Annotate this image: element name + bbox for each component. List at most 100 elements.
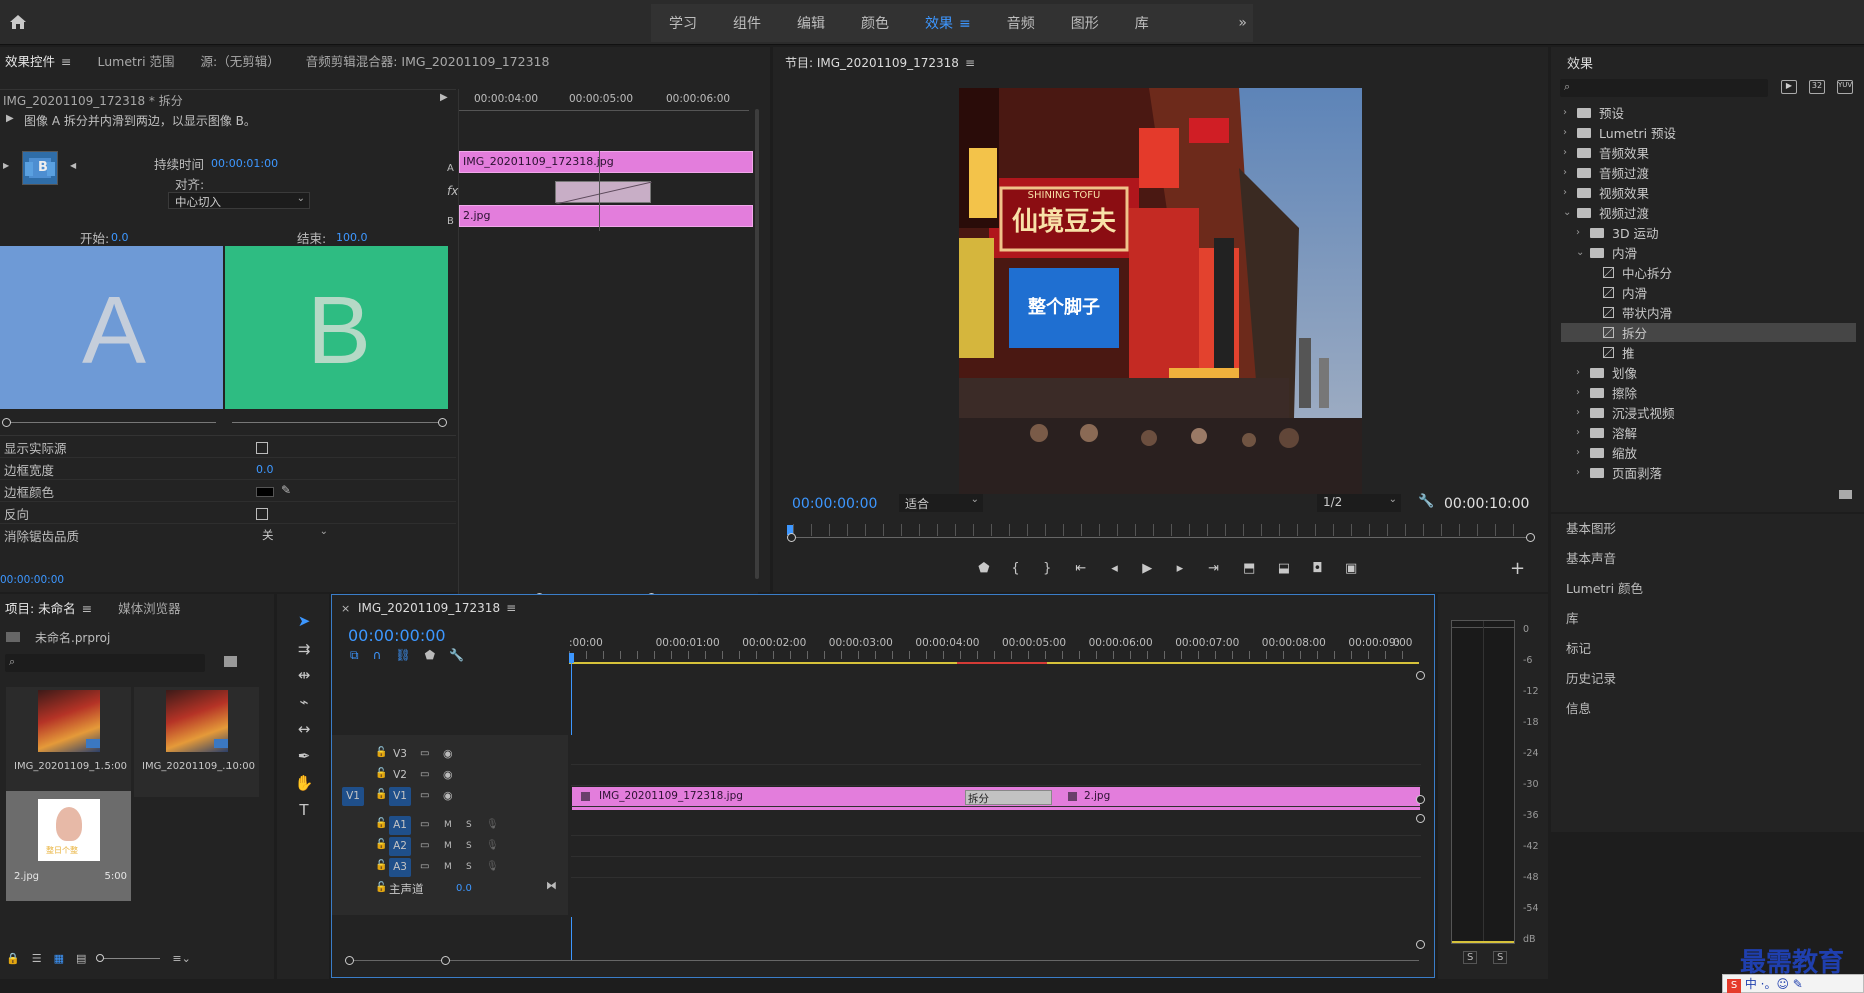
microphone-icon[interactable]: 🎙 [486,840,499,851]
go-to-end-icon[interactable]: ⧓ [546,879,557,892]
effects-folder[interactable]: › 3D 运动 [1576,223,1659,242]
border-color-swatch[interactable] [256,487,274,497]
clip-b[interactable]: 2.jpg [459,205,753,227]
snap-icon[interactable]: ∩ [373,648,382,663]
selection-tool-icon[interactable]: ➤ [293,612,315,634]
chevron-right-icon[interactable]: › [1576,447,1590,458]
step-forward-icon[interactable]: ▸ [1164,561,1196,579]
tab-lumetri-scopes[interactable]: Lumetri 范围 [98,51,175,70]
eye-icon[interactable]: ◉ [443,747,453,760]
source-patch-v1[interactable]: V1 [342,787,364,806]
border-width-value[interactable]: 0.0 [256,463,274,476]
effect-item[interactable]: 推 [1589,343,1635,362]
panel-lumetri-color[interactable]: Lumetri 颜色 [1566,578,1643,597]
ec-vscroll[interactable] [755,109,759,579]
lift-icon[interactable]: ⬒ [1231,561,1267,579]
effects-folder[interactable]: › 视频效果 [1563,183,1649,202]
chevron-right-icon[interactable]: › [1563,167,1577,178]
effect-item[interactable]: 内滑 [1589,283,1647,302]
slip-tool-icon[interactable]: ↔ [293,720,315,742]
freeform-view-icon[interactable]: ▤ [76,952,86,965]
workspace-editing[interactable]: 编辑 [779,13,843,33]
effects-folder[interactable]: › 划像 [1576,363,1637,382]
toggle-sync-lock-icon[interactable]: ▭ [420,769,429,780]
track-name-a2[interactable]: A2 [389,837,411,856]
track-lock-icon[interactable]: 🔓 [375,882,387,893]
chevron-down-icon[interactable]: ⌄ [1563,207,1577,218]
nest-icon[interactable]: ⧉ [350,648,359,663]
effects-search-input[interactable]: ⌕ [1560,79,1768,97]
mark-out-icon[interactable]: } [1031,561,1063,579]
list-view-icon[interactable]: ☰ [32,952,42,965]
transition-block[interactable] [555,181,652,204]
track-select-tool-icon[interactable]: ⇉ [293,640,315,662]
chevron-right-icon[interactable]: › [1563,187,1577,198]
chevron-right-icon[interactable]: › [1563,147,1577,158]
end-slider-handle[interactable] [438,418,447,427]
workspace-color[interactable]: 颜色 [843,13,907,33]
tab-audio-clip-mixer[interactable]: 音频剪辑混合器: IMG_20201109_172318 [306,51,550,70]
effect-item[interactable]: 带状内滑 [1589,303,1672,322]
32bit-icon[interactable]: 32 [1809,80,1825,94]
project-item[interactable]: 整日个整 2.jpg 5:00 [6,791,131,901]
mute-button[interactable]: M [444,862,452,872]
eye-icon[interactable]: ◉ [443,768,453,781]
clip-a[interactable]: IMG_20201109_172318.jpg [459,151,753,173]
effects-folder[interactable]: › 音频效果 [1563,143,1649,162]
panel-info[interactable]: 信息 [1566,698,1591,717]
chevron-right-icon[interactable]: › [1563,107,1577,118]
effects-folder[interactable]: › 缩放 [1576,443,1637,462]
lock-icon[interactable]: 🔒 [6,952,20,965]
linked-selection-icon[interactable]: ⛓ [395,648,410,663]
effects-folder[interactable]: › 溶解 [1576,423,1637,442]
play-preview-icon[interactable]: ▶ [6,113,14,124]
compare-icon[interactable]: ▣ [1334,561,1368,579]
pen-tool-icon[interactable]: ✒ [293,747,315,769]
sort-icon[interactable]: ≡⌄ [172,952,190,965]
yuv-icon[interactable]: YUV [1837,80,1853,94]
go-to-out-icon[interactable]: ⇥ [1196,561,1232,579]
chevron-right-icon[interactable]: › [1576,427,1590,438]
effects-folder[interactable]: › 擦除 [1576,383,1637,402]
close-sequence-button[interactable]: × [341,602,350,615]
tab-effect-controls[interactable]: 效果控件 ≡ [5,51,72,70]
toggle-sync-lock-icon[interactable]: ▭ [420,819,429,830]
panel-libraries[interactable]: 库 [1566,608,1579,627]
reverse-checkbox[interactable] [256,508,268,520]
timeline-vscroll-handle[interactable] [1416,940,1425,949]
timeline-vscroll-handle[interactable] [1416,671,1425,680]
chevron-right-icon[interactable]: › [1563,127,1577,138]
panel-essential-sound[interactable]: 基本声音 [1566,548,1616,567]
project-search-input[interactable]: ⌕ [5,654,205,672]
track-name-a1[interactable]: A1 [389,816,411,835]
chevron-right-icon[interactable]: › [1576,227,1590,238]
chevron-right-icon[interactable]: › [1576,367,1590,378]
solo-button[interactable]: S [466,841,472,851]
panel-history[interactable]: 历史记录 [1566,668,1616,687]
panel-essential-graphics[interactable]: 基本图形 [1566,518,1616,537]
step-back-icon[interactable]: ◂ [1099,561,1131,579]
play-icon[interactable]: ▶ [1130,561,1164,579]
program-scrubber[interactable] [793,537,1530,538]
meter-solo-right[interactable]: S [1493,951,1508,964]
effects-folder[interactable]: › 预设 [1563,103,1624,122]
scrubber-end-handle[interactable] [1526,533,1535,542]
effects-folder[interactable]: › Lumetri 预设 [1563,123,1676,142]
project-item[interactable]: IMG_20201109_... 10:00 [134,687,259,797]
duration-value[interactable]: 00:00:01:00 [211,157,278,170]
track-name-a3[interactable]: A3 [389,858,411,877]
timeline-hscroll-handle[interactable] [345,956,354,965]
effects-folder[interactable]: ⌄ 视频过渡 [1563,203,1649,222]
timeline-vscroll-handle[interactable] [1416,795,1425,804]
arrow-left-icon[interactable]: ▶ [3,161,9,170]
start-slider[interactable] [4,422,216,423]
new-bin-icon[interactable] [1839,490,1852,499]
timeline-timecode[interactable]: 00:00:00:00 [348,626,446,645]
track-lock-icon[interactable]: 🔓 [375,747,387,758]
toggle-sync-lock-icon[interactable]: ▭ [420,748,429,759]
chevron-right-icon[interactable]: › [1576,407,1590,418]
workspace-more-button[interactable]: » [1232,15,1253,31]
track-name-v2[interactable]: V2 [389,766,411,785]
effects-folder[interactable]: ⌄ 内滑 [1576,243,1637,262]
effects-folder[interactable]: › 音频过渡 [1563,163,1649,182]
